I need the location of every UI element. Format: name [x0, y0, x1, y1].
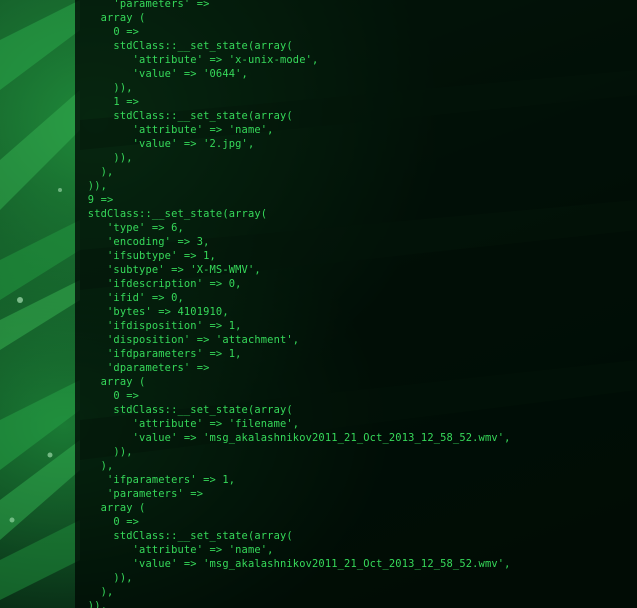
terminal-line: )),: [75, 446, 133, 458]
terminal-window[interactable]: 'parameters' => array ( 0 => stdClass::_…: [75, 0, 637, 608]
terminal-line: 'attribute' => 'filename',: [75, 418, 300, 430]
terminal-line: )),: [75, 180, 108, 192]
terminal-line: 0 =>: [75, 516, 140, 528]
terminal-line: stdClass::__set_state(array(: [75, 404, 293, 416]
terminal-line: 'dparameters' =>: [75, 362, 210, 374]
terminal-line: array (: [75, 12, 146, 24]
terminal-line: 'subtype' => 'X-MS-WMV',: [75, 264, 261, 276]
terminal-line: 'attribute' => 'x-unix-mode',: [75, 54, 319, 66]
terminal-line: 'ifparameters' => 1,: [75, 474, 236, 486]
terminal-line: 0 =>: [75, 26, 140, 38]
terminal-line: 'value' => '2.jpg',: [75, 138, 255, 150]
terminal-line: 'attribute' => 'name',: [75, 544, 274, 556]
terminal-line: 'type' => 6,: [75, 222, 184, 234]
terminal-line: stdClass::__set_state(array(: [75, 110, 293, 122]
terminal-line: 1 =>: [75, 96, 140, 108]
terminal-line: )),: [75, 600, 108, 608]
terminal-line: 'parameters' =>: [75, 0, 210, 10]
terminal-line: 'value' => 'msg_akalashnikov2011_21_Oct_…: [75, 558, 511, 570]
terminal-output[interactable]: 'parameters' => array ( 0 => stdClass::_…: [75, 0, 637, 608]
terminal-line: array (: [75, 502, 146, 514]
terminal-line: 'parameters' =>: [75, 488, 204, 500]
terminal-line: 'attribute' => 'name',: [75, 124, 274, 136]
terminal-line: 'ifsubtype' => 1,: [75, 250, 216, 262]
terminal-line: 'bytes' => 4101910,: [75, 306, 229, 318]
terminal-line: 'value' => '0644',: [75, 68, 248, 80]
terminal-line: stdClass::__set_state(array(: [75, 530, 293, 542]
terminal-line: stdClass::__set_state(array(: [75, 208, 268, 220]
terminal-line: 'disposition' => 'attachment',: [75, 334, 300, 346]
terminal-line: 0 =>: [75, 390, 140, 402]
terminal-line: stdClass::__set_state(array(: [75, 40, 293, 52]
terminal-line: )),: [75, 572, 133, 584]
terminal-line: )),: [75, 82, 133, 94]
terminal-line: 'encoding' => 3,: [75, 236, 210, 248]
terminal-line: 'ifdisposition' => 1,: [75, 320, 242, 332]
desktop-wallpaper: 'parameters' => array ( 0 => stdClass::_…: [0, 0, 637, 608]
terminal-line: ),: [75, 460, 114, 472]
terminal-line: ),: [75, 586, 114, 598]
terminal-line: 'ifid' => 0,: [75, 292, 184, 304]
terminal-line: 'ifdescription' => 0,: [75, 278, 242, 290]
terminal-line: 9 =>: [75, 194, 114, 206]
terminal-line: )),: [75, 152, 133, 164]
terminal-line: ),: [75, 166, 114, 178]
terminal-line: array (: [75, 376, 146, 388]
terminal-line: 'value' => 'msg_akalashnikov2011_21_Oct_…: [75, 432, 511, 444]
terminal-line: 'ifdparameters' => 1,: [75, 348, 242, 360]
